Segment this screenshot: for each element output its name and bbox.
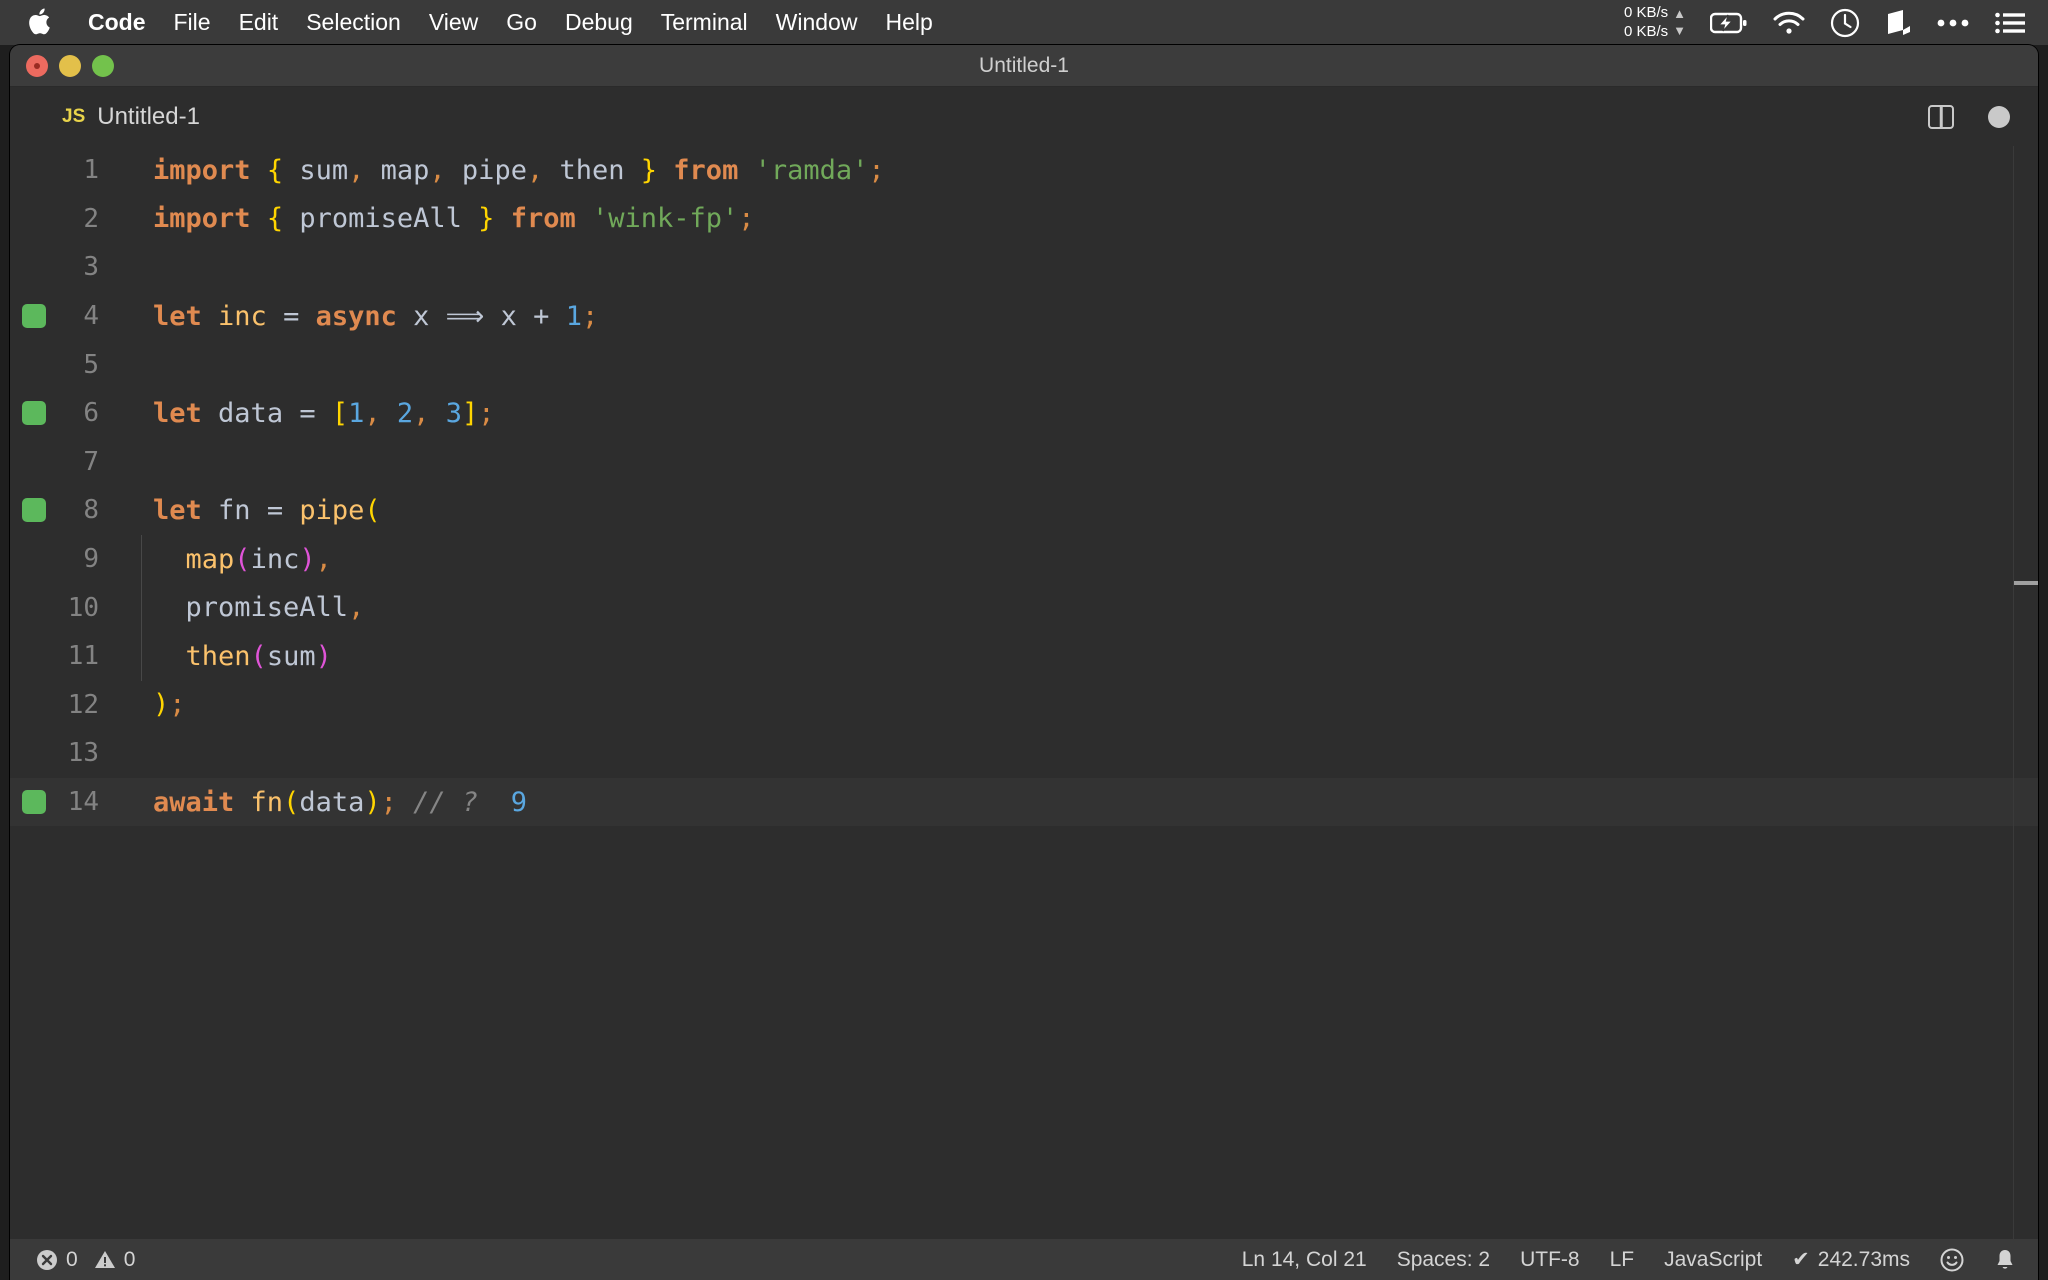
- code-line[interactable]: 2 import { promiseAll } from 'wink-fp';: [10, 195, 2038, 244]
- end-of-line[interactable]: LF: [1610, 1248, 1635, 1272]
- line-content: let inc = async x ⟹ x + 1;: [153, 300, 599, 332]
- git-added-marker: [22, 790, 46, 815]
- code-line[interactable]: 1 import { sum, map, pipe, then } from '…: [10, 146, 2038, 195]
- apple-logo-icon[interactable]: [26, 7, 52, 39]
- indentation[interactable]: Spaces: 2: [1397, 1248, 1490, 1272]
- menu-item-debug[interactable]: Debug: [551, 0, 647, 45]
- vscode-window: Untitled-1 JS Untitled-1 1 import { sum,…: [10, 45, 2038, 1280]
- menu-item-help[interactable]: Help: [871, 0, 946, 45]
- network-upload-rate: 0 KB/s: [1623, 3, 1669, 21]
- editor-action-buttons: [1928, 87, 2038, 146]
- menu-item-go[interactable]: Go: [492, 0, 551, 45]
- menu-item-file[interactable]: File: [160, 0, 225, 45]
- code-line-active[interactable]: 14 await fn(data); // ? 9: [10, 777, 2038, 827]
- split-editor-icon[interactable]: [1928, 104, 1954, 129]
- git-added-marker: [22, 304, 46, 329]
- line-content: then(sum): [185, 640, 332, 672]
- menu-item-window[interactable]: Window: [762, 0, 872, 45]
- line-content: import { sum, map, pipe, then } from 'ra…: [153, 154, 885, 186]
- code-line[interactable]: 13: [10, 729, 2038, 778]
- problems-indicator[interactable]: 0 0: [36, 1248, 135, 1272]
- code-line[interactable]: 12 );: [10, 681, 2038, 730]
- line-number: 10: [67, 592, 99, 623]
- window-title-bar: Untitled-1: [10, 45, 2038, 87]
- error-count: 0: [66, 1247, 78, 1271]
- menu-item-terminal[interactable]: Terminal: [647, 0, 762, 45]
- code-line[interactable]: 5: [10, 340, 2038, 389]
- minimize-button[interactable]: [59, 54, 81, 77]
- maximize-button[interactable]: [92, 54, 114, 77]
- cursor-position[interactable]: Ln 14, Col 21: [1242, 1248, 1367, 1272]
- tab-label: Untitled-1: [97, 102, 200, 130]
- code-line[interactable]: 4 let inc = async x ⟹ x + 1;: [10, 292, 2038, 341]
- code-editor[interactable]: 1 import { sum, map, pipe, then } from '…: [10, 146, 2038, 1239]
- language-mode[interactable]: JavaScript: [1664, 1248, 1762, 1272]
- traffic-lights: [10, 54, 114, 77]
- line-content: await fn(data); // ? 9: [153, 786, 527, 818]
- inline-eval-result: 9: [510, 786, 527, 818]
- git-added-marker: [22, 401, 46, 426]
- warning-icon: [94, 1249, 116, 1271]
- menu-item-edit[interactable]: Edit: [225, 0, 293, 45]
- status-bar: 0 0 Ln 14, Col 21 Spaces: 2 UTF-8 LF Jav…: [10, 1239, 2038, 1280]
- menu-bar-tray: 0 KB/s 0 KB/s ▲ ▼: [1624, 4, 2030, 42]
- code-line[interactable]: 8 let fn = pipe(: [10, 486, 2038, 535]
- check-icon: ✔: [1792, 1248, 1810, 1271]
- wifi-icon[interactable]: [1772, 10, 1806, 36]
- overview-ruler[interactable]: [2014, 146, 2038, 1239]
- status-bar-left: 0 0: [36, 1248, 135, 1272]
- bell-icon[interactable]: [1994, 1248, 2016, 1272]
- line-number: 3: [83, 252, 99, 283]
- close-button[interactable]: [26, 54, 48, 77]
- menu-item-selection[interactable]: Selection: [292, 0, 415, 45]
- git-added-marker: [22, 498, 46, 523]
- js-file-icon: JS: [62, 105, 86, 127]
- code-line[interactable]: 9 map(inc),: [10, 534, 2038, 584]
- line-number: 1: [83, 155, 99, 186]
- download-arrow-icon: ▼: [1673, 22, 1686, 38]
- ellipsis-icon[interactable]: [1936, 17, 1970, 29]
- line-number: 12: [67, 689, 99, 720]
- code-line[interactable]: 7: [10, 438, 2038, 487]
- code-line[interactable]: 6 let data = [1, 2, 3];: [10, 389, 2038, 438]
- line-number: 9: [83, 544, 99, 575]
- line-content: import { promiseAll } from 'wink-fp';: [153, 203, 755, 235]
- cube-icon[interactable]: [1884, 8, 1912, 38]
- warning-count: 0: [123, 1247, 136, 1271]
- line-number: 13: [67, 738, 99, 769]
- line-content: promiseAll,: [153, 592, 365, 624]
- menu-bar-items: Code File Edit Selection View Go Debug T…: [26, 0, 947, 45]
- line-number: 5: [83, 349, 99, 380]
- run-time-value: 242.73ms: [1817, 1247, 1910, 1271]
- status-bar-right: Ln 14, Col 21 Spaces: 2 UTF-8 LF JavaScr…: [1242, 1247, 2016, 1272]
- cursor-position-marker: [2014, 581, 2038, 585]
- menu-item-view[interactable]: View: [415, 0, 492, 45]
- control-center-list-icon[interactable]: [1994, 11, 2026, 35]
- network-download-rate: 0 KB/s: [1623, 22, 1669, 40]
- line-content: let fn = pipe(: [153, 494, 381, 526]
- code-line[interactable]: 10 promiseAll,: [10, 583, 2038, 632]
- menu-item-code[interactable]: Code: [74, 0, 160, 45]
- mac-menu-bar: Code File Edit Selection View Go Debug T…: [0, 0, 2048, 45]
- smiley-icon[interactable]: [1940, 1248, 1964, 1272]
- network-speed-indicator[interactable]: 0 KB/s 0 KB/s ▲ ▼: [1624, 4, 1686, 42]
- tab-untitled-1[interactable]: JS Untitled-1: [10, 87, 226, 146]
- window-title: Untitled-1: [979, 53, 1069, 77]
- encoding[interactable]: UTF-8: [1520, 1248, 1580, 1272]
- clock-icon[interactable]: [1830, 8, 1860, 38]
- battery-charging-icon[interactable]: [1710, 10, 1748, 36]
- line-content: map(inc),: [185, 543, 332, 575]
- editor-tab-bar: JS Untitled-1: [10, 87, 2038, 146]
- run-time-status[interactable]: ✔ 242.73ms: [1792, 1247, 1910, 1272]
- unsaved-dot-icon[interactable]: [1988, 105, 2010, 128]
- code-line[interactable]: 3: [10, 243, 2038, 292]
- line-number: 2: [83, 203, 99, 234]
- line-content: let data = [1, 2, 3];: [153, 397, 495, 429]
- line-content: );: [153, 689, 186, 721]
- error-icon: [36, 1249, 58, 1271]
- line-number: 7: [83, 446, 99, 477]
- code-line[interactable]: 11 then(sum): [10, 631, 2038, 681]
- line-number: 11: [67, 641, 99, 672]
- upload-arrow-icon: ▲: [1673, 6, 1686, 22]
